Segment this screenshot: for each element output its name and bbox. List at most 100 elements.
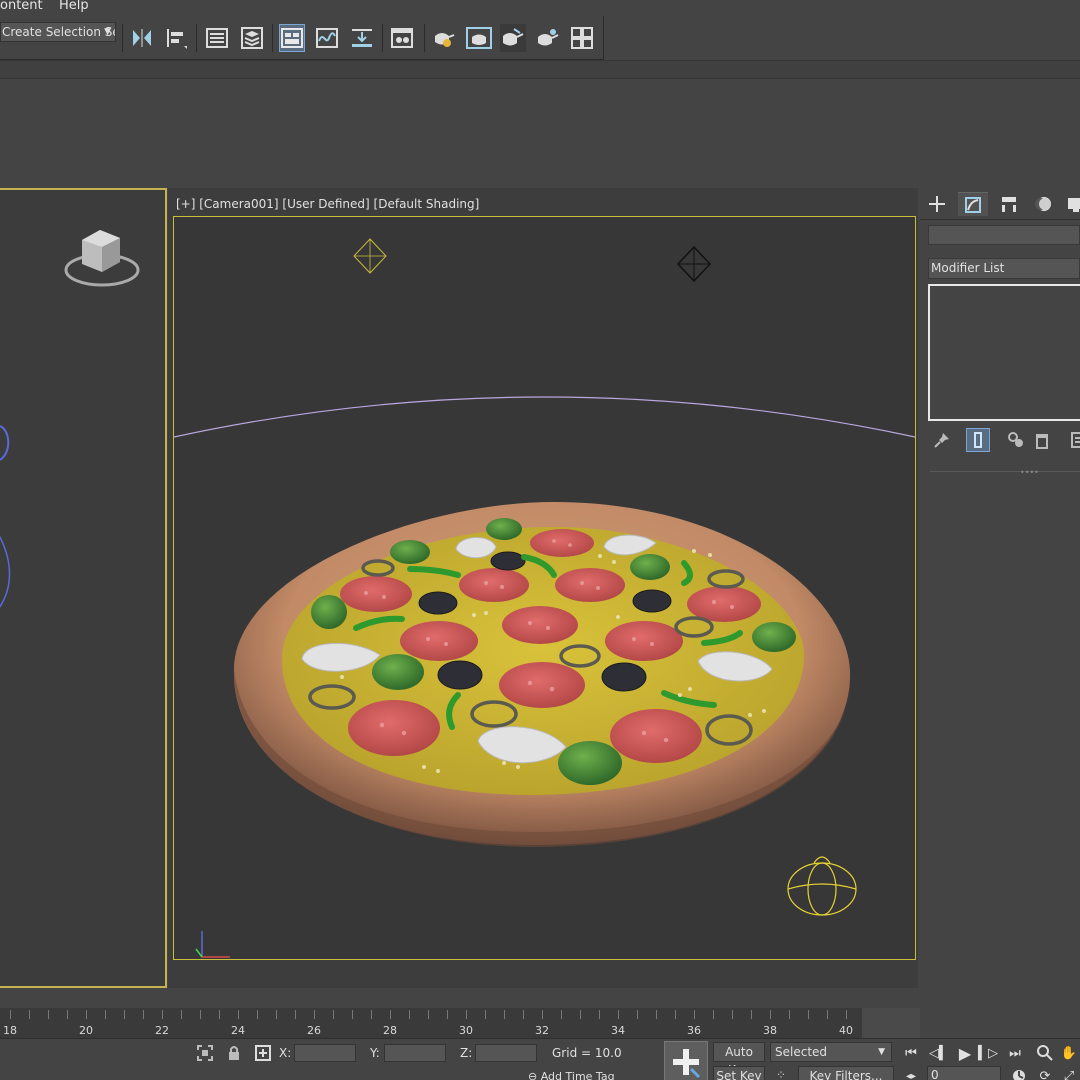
timeline-tick [10,1010,11,1019]
left-viewport[interactable] [0,188,167,988]
viewport-label-menu[interactable]: [+] [Camera001] [User Defined] [Default … [176,197,479,211]
pan-view-button[interactable]: ✋ [1058,1043,1080,1063]
timeline-tick [732,1010,733,1019]
light-gizmo-icon [0,425,10,461]
z-coord-field[interactable] [475,1044,537,1062]
orbit-button[interactable]: ⟳ [1034,1066,1056,1080]
material-editor-icon [391,28,413,48]
timeline-tick-label: 28 [383,1024,397,1037]
maximize-toggle-button[interactable]: ⤢ [1058,1066,1080,1080]
motion-icon [1035,197,1051,211]
timeline-tick [390,1010,391,1019]
timeline-tick [827,1010,828,1019]
render-setup-button[interactable] [431,24,457,52]
zoom-button[interactable] [1034,1043,1056,1063]
timeline-tick [200,1010,201,1019]
hierarchy-tab[interactable] [994,192,1024,216]
pin-stack-button[interactable] [930,428,954,452]
play-button[interactable]: ▶ [954,1043,976,1063]
add-time-tag[interactable]: ⊖ Add Time Tag [528,1070,615,1080]
timeline-tick [694,1010,695,1019]
create-tab[interactable] [922,192,952,216]
go-to-end-button[interactable]: ⏭ [1004,1043,1026,1063]
remove-modifier-button[interactable] [1030,428,1054,452]
current-frame-field[interactable]: 0 [927,1066,1001,1080]
more-tools-button[interactable] [569,24,595,52]
chevron-down-icon: ▼ [878,1047,885,1057]
y-coord-field[interactable] [384,1044,446,1062]
auto-key-button[interactable]: Auto Key [713,1042,765,1077]
rollout-divider [930,471,1080,472]
configure-icon [1071,432,1080,448]
layer-explorer-button[interactable] [239,24,265,52]
toolbar-divider [122,24,123,52]
next-frame-button[interactable]: ▍▷ [977,1043,999,1063]
camera-viewport[interactable] [173,216,916,960]
isolate-selection-button[interactable] [196,1044,214,1062]
ribbon-toggle-icon [281,28,303,48]
timeline-tick-label: 34 [611,1024,625,1037]
align-button[interactable] [163,24,189,52]
make-unique-button[interactable] [1004,428,1028,452]
selection-lock-button[interactable] [225,1044,243,1062]
object-name-field[interactable] [928,225,1080,245]
trash-icon [1036,434,1048,449]
x-coord-field[interactable] [294,1044,356,1062]
create-selection-set-dropdown[interactable]: Create Selection Se ▼ [0,22,116,42]
mirror-button[interactable] [129,24,155,52]
key-mode-button[interactable]: ⁘ [772,1066,790,1080]
key-selection-dropdown[interactable]: Selected ▼ [770,1042,892,1062]
timeline-tick-label: 30 [459,1024,473,1037]
ribbon-toggle-button[interactable] [279,24,305,52]
modifier-list-dropdown[interactable]: Modifier List [928,258,1080,279]
track-bar-end [862,1008,920,1038]
modify-icon [965,196,981,213]
set-keys-button[interactable] [664,1041,708,1080]
timeline-tick [333,1010,334,1019]
spline-shape [0,535,11,608]
light-target-icon [676,245,712,283]
render-iterative-button[interactable] [535,24,561,52]
timeline-tick [162,1010,163,1019]
display-tab[interactable] [1060,192,1080,216]
menu-item-content[interactable]: ontent [0,0,43,13]
layer-explorer-icon [241,27,263,49]
display-icon [1068,198,1080,212]
rendered-frame-window-button[interactable] [466,24,492,52]
set-key-button[interactable]: Set Key [713,1066,765,1080]
key-filters-button[interactable]: Key Filters... [798,1066,894,1080]
modifier-stack[interactable] [928,284,1080,421]
key-mode-toggle[interactable]: ◂▸ [900,1066,922,1080]
mirror-icon [133,29,151,47]
curve-editor-button[interactable] [314,24,340,52]
scene-explorer-icon [206,28,228,48]
timeline-tick [485,1010,486,1019]
dope-sheet-button[interactable] [349,24,375,52]
timeline-tick [637,1010,638,1019]
align-icon [167,29,187,49]
timeline-tick [789,1010,790,1019]
timeline-tick-label: 38 [763,1024,777,1037]
modify-tab[interactable] [958,192,988,216]
timeline-tick [808,1010,809,1019]
plus-icon [929,196,945,212]
timeline-tick [371,1010,372,1019]
time-configuration-button[interactable] [1008,1066,1030,1080]
motion-tab[interactable] [1028,192,1058,216]
transform-type-in-button[interactable] [254,1044,272,1062]
render-production-button[interactable] [500,24,526,52]
viewport-scene [174,238,915,958]
material-editor-button[interactable] [389,24,415,52]
configure-modifier-sets-button[interactable] [1066,428,1080,452]
timeline-tick [428,1010,429,1019]
show-end-result-button[interactable] [966,428,990,452]
previous-frame-button[interactable]: ◁▍ [928,1043,950,1063]
timeline-tick [143,1010,144,1019]
menu-item-help[interactable]: Help [59,0,89,13]
timeline-tick [846,1010,847,1019]
scene-explorer-button[interactable] [204,24,230,52]
go-to-start-button[interactable]: ⏮ [900,1043,922,1063]
y-coord-label: Y: [370,1046,380,1060]
timeline-tick [580,1010,581,1019]
command-panel-tabs [920,188,1080,220]
